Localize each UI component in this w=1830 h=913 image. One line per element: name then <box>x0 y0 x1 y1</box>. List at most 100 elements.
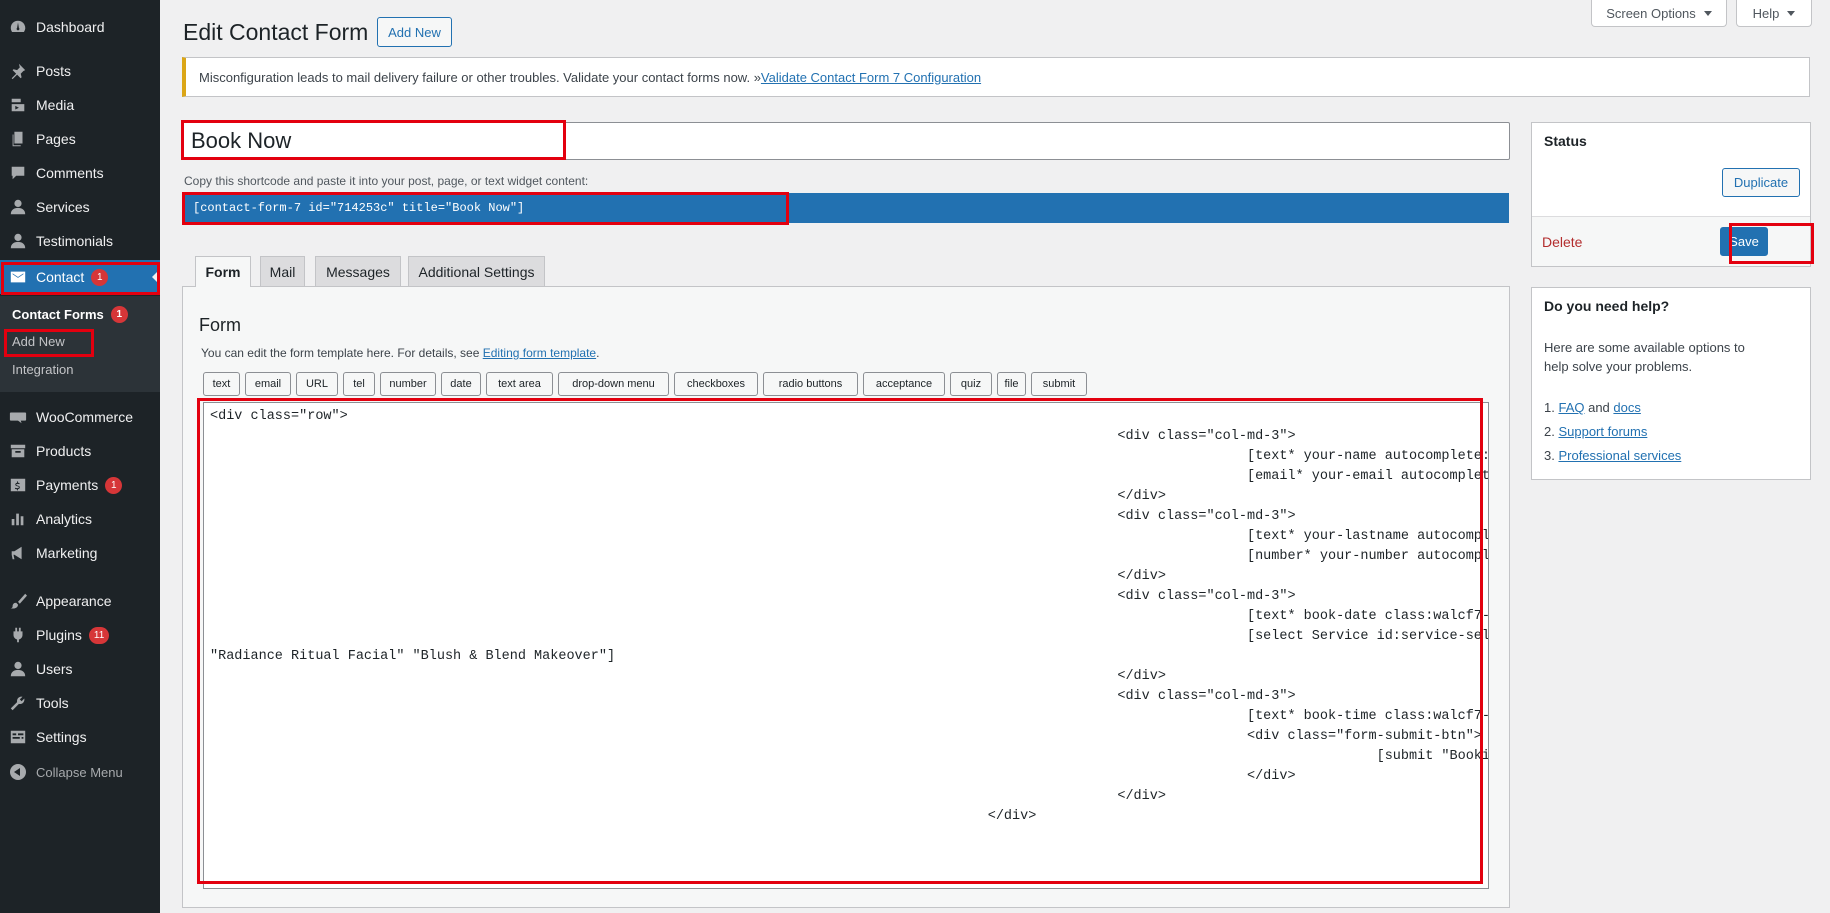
archive-icon <box>0 442 36 460</box>
tag-button-text[interactable]: text <box>203 372 240 396</box>
sidebar-item-appearance[interactable]: Appearance <box>0 584 160 618</box>
brush-icon <box>0 592 36 610</box>
sidebar-count-badge: 1 <box>105 476 123 494</box>
woo-icon <box>0 408 36 426</box>
tab-additional-settings[interactable]: Additional Settings <box>408 256 545 286</box>
sidebar-item-dashboard[interactable]: Dashboard <box>0 10 160 44</box>
help-button[interactable]: Help <box>1736 0 1812 27</box>
sidebar-item-payments[interactable]: Payments 1 <box>0 468 160 502</box>
main-content: Screen Options Help Edit Contact Form Ad… <box>160 0 1830 913</box>
sidebar-item-label: Services <box>36 199 90 215</box>
tag-button-tel[interactable]: tel <box>343 372 375 396</box>
help-links-list: 1. FAQ and docs 2. Support forums 3. Pro… <box>1544 396 1681 468</box>
sidebar-item-comments[interactable]: Comments <box>0 156 160 190</box>
validate-configuration-link[interactable]: Validate Contact Form 7 Configuration <box>761 70 981 85</box>
form-panel-desc-text: You can edit the form template here. For… <box>201 346 483 360</box>
sidebar-count-badge: 11 <box>88 626 110 644</box>
help-item-number: 2. <box>1544 424 1555 439</box>
current-menu-arrow-icon <box>152 269 160 285</box>
sidebar-item-analytics[interactable]: Analytics <box>0 502 160 536</box>
help-item-2: 2. Support forums <box>1544 420 1681 444</box>
sidebar-item-label: Payments <box>36 477 99 493</box>
save-button[interactable]: Save <box>1720 227 1768 256</box>
submenu-integration[interactable]: Integration <box>12 362 73 377</box>
tag-button-email[interactable]: email <box>245 372 291 396</box>
sidebar-item-marketing[interactable]: Marketing <box>0 536 160 570</box>
delete-link[interactable]: Delete <box>1542 234 1582 250</box>
tag-button-checkboxes[interactable]: checkboxes <box>674 372 758 396</box>
dollar-icon <box>0 476 36 494</box>
sidebar-item-posts[interactable]: Posts <box>0 54 160 88</box>
help-item-3: 3. Professional services <box>1544 444 1681 468</box>
submenu-integration-label: Integration <box>12 362 74 377</box>
tag-button-acceptance[interactable]: acceptance <box>863 372 945 396</box>
tag-button-radio-buttons[interactable]: radio buttons <box>763 372 858 396</box>
user-icon <box>0 660 36 678</box>
configuration-notice: Misconfiguration leads to mail delivery … <box>182 57 1810 97</box>
add-new-button[interactable]: Add New <box>377 17 452 47</box>
sidebar-count-badge: 1 <box>91 268 109 286</box>
settings-icon <box>0 728 36 746</box>
tag-button-number[interactable]: number <box>380 372 436 396</box>
sidebar-item-pages[interactable]: Pages <box>0 122 160 156</box>
sidebar-item-label: Pages <box>36 131 76 147</box>
screen-options-label: Screen Options <box>1606 5 1696 21</box>
sidebar-item-label: Products <box>36 443 92 459</box>
form-panel-heading: Form <box>199 315 241 335</box>
comment-icon <box>0 164 36 182</box>
sidebar-item-testimonials[interactable]: Testimonials <box>0 224 160 258</box>
tab-mail[interactable]: Mail <box>260 256 305 286</box>
sidebar-item-services[interactable]: Services <box>0 190 160 224</box>
sidebar-item-tools[interactable]: Tools <box>0 686 160 720</box>
tag-button-url[interactable]: URL <box>296 372 338 396</box>
notice-text: Misconfiguration leads to mail delivery … <box>199 69 761 85</box>
sidebar-item-plugins[interactable]: Plugins 11 <box>0 618 160 652</box>
shortcode-field[interactable]: [contact-form-7 id="714253c" title="Book… <box>183 193 1509 223</box>
contact-submenu: Contact Forms 1 Add New Integration <box>0 296 160 392</box>
duplicate-button[interactable]: Duplicate <box>1722 168 1800 197</box>
professional-services-link[interactable]: Professional services <box>1558 448 1681 463</box>
sidebar-item-media[interactable]: Media <box>0 88 160 122</box>
pages-icon <box>0 130 36 148</box>
sidebar-item-label: Testimonials <box>36 233 114 249</box>
shortcode-label: Copy this shortcode and paste it into yo… <box>184 174 589 188</box>
sidebar-item-contact[interactable]: Contact 1 <box>0 260 160 294</box>
help-item-and: and <box>1584 400 1614 415</box>
tab-form[interactable]: Form <box>195 256 251 287</box>
help-box-title: Do you need help? <box>1544 298 1670 314</box>
form-title-input[interactable]: Book Now <box>182 122 1510 160</box>
contact-forms-count-badge: 1 <box>110 306 128 323</box>
sidebar-item-products[interactable]: Products <box>0 434 160 468</box>
tag-button-date[interactable]: date <box>441 372 481 396</box>
sidebar-item-label: Appearance <box>36 593 112 609</box>
submenu-add-new[interactable]: Add New <box>12 334 65 349</box>
docs-link[interactable]: docs <box>1613 400 1640 415</box>
sidebar-item-woocommerce[interactable]: WooCommerce <box>0 400 160 434</box>
collapse-menu-button[interactable]: Collapse Menu <box>0 760 160 784</box>
form-panel-description: You can edit the form template here. For… <box>201 346 599 360</box>
help-item-number: 1. <box>1544 400 1555 415</box>
tag-button-quiz[interactable]: quiz <box>950 372 992 396</box>
sidebar-item-label: Users <box>36 661 73 677</box>
submenu-contact-forms[interactable]: Contact Forms 1 <box>12 306 128 323</box>
screen-options-button[interactable]: Screen Options <box>1591 0 1727 27</box>
editing-form-template-link[interactable]: Editing form template <box>483 346 596 360</box>
faq-link[interactable]: FAQ <box>1558 400 1584 415</box>
megaphone-icon <box>0 544 36 562</box>
sidebar-item-label: Settings <box>36 729 87 745</box>
sidebar-item-users[interactable]: Users <box>0 652 160 686</box>
tag-button-drop-down-menu[interactable]: drop-down menu <box>558 372 669 396</box>
tag-button-submit[interactable]: submit <box>1031 372 1087 396</box>
help-item-number: 3. <box>1544 448 1555 463</box>
status-box-title: Status <box>1544 133 1587 149</box>
tag-button-file[interactable]: file <box>997 372 1026 396</box>
sidebar-item-settings[interactable]: Settings <box>0 720 160 754</box>
support-forums-link[interactable]: Support forums <box>1558 424 1647 439</box>
tab-messages[interactable]: Messages <box>315 256 401 286</box>
form-template-editor[interactable] <box>203 402 1489 889</box>
status-box: Status Duplicate Delete Save <box>1531 122 1811 267</box>
tag-button-text-area[interactable]: text area <box>486 372 553 396</box>
sidebar-item-label: Tools <box>36 695 69 711</box>
sidebar-item-label: Plugins <box>36 627 82 643</box>
sidebar-item-label: WooCommerce <box>36 409 133 425</box>
